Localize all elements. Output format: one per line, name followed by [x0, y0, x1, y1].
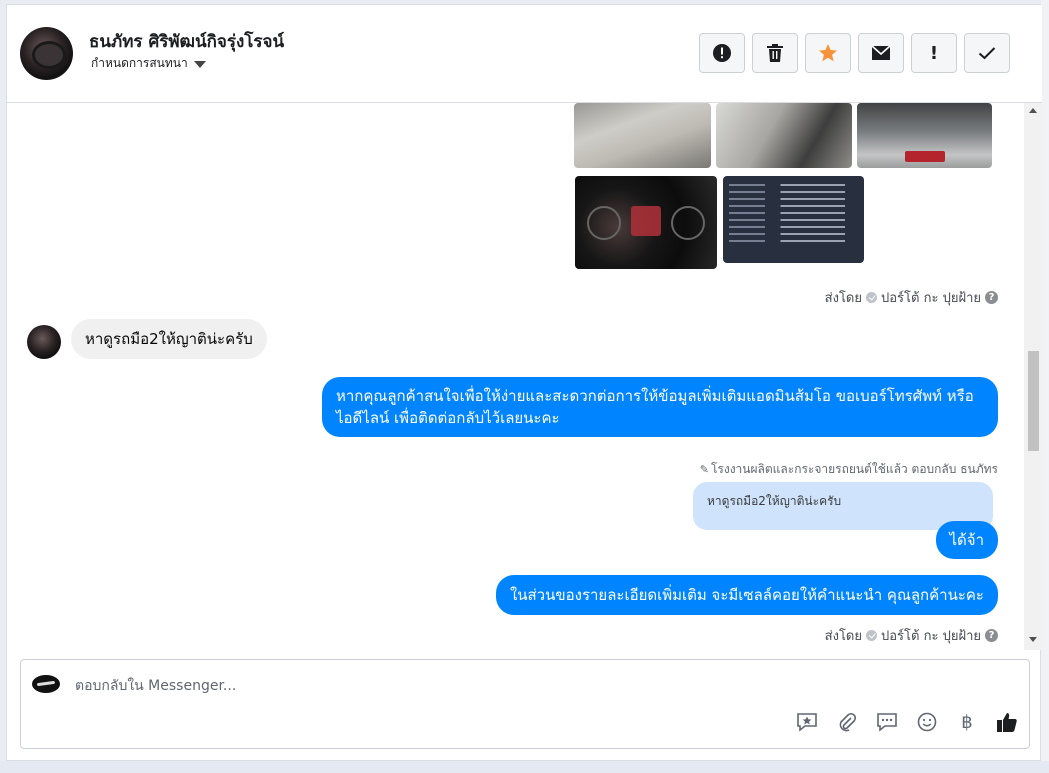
car-photo-interior[interactable]	[574, 103, 711, 168]
sent-by-label: ส่งโดย ปอร์โต้ กะ ปุยฝ้าย ?	[825, 287, 998, 308]
help-icon[interactable]: ?	[985, 629, 998, 642]
star-bubble-icon	[797, 713, 817, 732]
help-icon[interactable]: ?	[985, 291, 998, 304]
page-edge	[1041, 0, 1049, 773]
baht-icon: ฿	[961, 711, 973, 733]
outgoing-message[interactable]: ได้จ้า	[935, 521, 998, 559]
reply-note: ✎ โรงงานผลิตและกระจายรถยนต์ใช้แล้ว ตอบกล…	[699, 462, 998, 476]
reply-composer: ฿	[20, 659, 1030, 749]
reply-arrow-icon: ✎	[699, 463, 709, 476]
chat-icon	[877, 713, 897, 732]
mark-unread-button[interactable]	[858, 33, 904, 73]
star-button[interactable]	[805, 33, 851, 73]
car-photo-dashboard[interactable]	[575, 176, 717, 269]
verified-check-icon	[866, 292, 877, 303]
message-templates-button[interactable]	[875, 710, 899, 734]
conversation-settings-label: กำหนดการสนทนา	[91, 56, 188, 70]
outgoing-message[interactable]: ในส่วนของรายละเอียดเพิ่มเติม จะมีเซลล์คอ…	[495, 575, 998, 615]
caret-down-icon	[193, 61, 206, 68]
sent-by-label: ส่งโดย ปอร์โต้ กะ ปุยฝ้าย ?	[825, 625, 998, 646]
envelope-icon	[871, 45, 891, 60]
scroll-up-arrow-icon[interactable]	[1029, 108, 1037, 113]
paperclip-icon	[839, 712, 857, 732]
avatar[interactable]	[20, 27, 73, 80]
saved-reply-button[interactable]	[795, 710, 819, 734]
check-icon	[978, 47, 996, 60]
avatar[interactable]	[27, 325, 61, 359]
incoming-message[interactable]: หาดูรถมือ2ให้ญาติน่ะครับ	[71, 319, 267, 359]
outgoing-message[interactable]: หากคุณลูกค้าสนใจเพื่อให้ง่ายและสะดวกต่อก…	[322, 377, 998, 437]
payment-button[interactable]: ฿	[955, 710, 979, 734]
conversation-header: ธนภัทร ศิริพัฒน์กิจรุ่งโรจน์ กำหนดการสนท…	[7, 5, 1042, 103]
trash-icon	[767, 44, 783, 62]
composer-tools: ฿	[795, 710, 1019, 734]
alert-circle-icon	[713, 44, 731, 62]
like-button[interactable]	[995, 710, 1019, 734]
page-avatar	[32, 675, 60, 693]
exclamation-icon: !	[929, 42, 939, 64]
mark-spam-button[interactable]	[699, 33, 745, 73]
conversation-window: ธนภัทร ศิริพัฒน์กิจรุ่งโรจน์ กำหนดการสนท…	[6, 4, 1042, 761]
smiley-icon	[917, 712, 937, 732]
speedometer	[587, 206, 621, 240]
scroll-thumb[interactable]	[1028, 351, 1039, 451]
delete-button[interactable]	[752, 33, 798, 73]
conversation-settings-dropdown[interactable]: กำหนดการสนทนา	[91, 54, 206, 73]
emoji-button[interactable]	[915, 710, 939, 734]
verified-check-icon	[866, 630, 877, 641]
page-edge-bottom	[0, 761, 1049, 773]
dashboard-screen	[631, 206, 661, 236]
car-spec-image[interactable]	[723, 176, 864, 263]
header-actions: !	[699, 33, 1010, 73]
thumbs-up-icon	[997, 713, 1017, 732]
message-list[interactable]: ส่งโดย ปอร์โต้ กะ ปุยฝ้าย ? หาดูรถมือ2ให…	[7, 103, 1024, 650]
follow-up-button[interactable]: !	[911, 33, 957, 73]
reply-input[interactable]	[75, 676, 775, 696]
isuzu-logo	[905, 151, 945, 162]
scrollbar[interactable]	[1024, 103, 1042, 650]
mark-done-button[interactable]	[964, 33, 1010, 73]
car-photo-door[interactable]	[716, 103, 852, 168]
attach-button[interactable]	[835, 710, 859, 734]
star-icon	[819, 44, 837, 62]
contact-name[interactable]: ธนภัทร ศิริพัฒน์กิจรุ่งโรจน์	[89, 28, 284, 55]
scroll-down-arrow-icon[interactable]	[1029, 637, 1037, 642]
tachometer	[671, 206, 705, 240]
car-photo-engine[interactable]	[857, 103, 992, 168]
